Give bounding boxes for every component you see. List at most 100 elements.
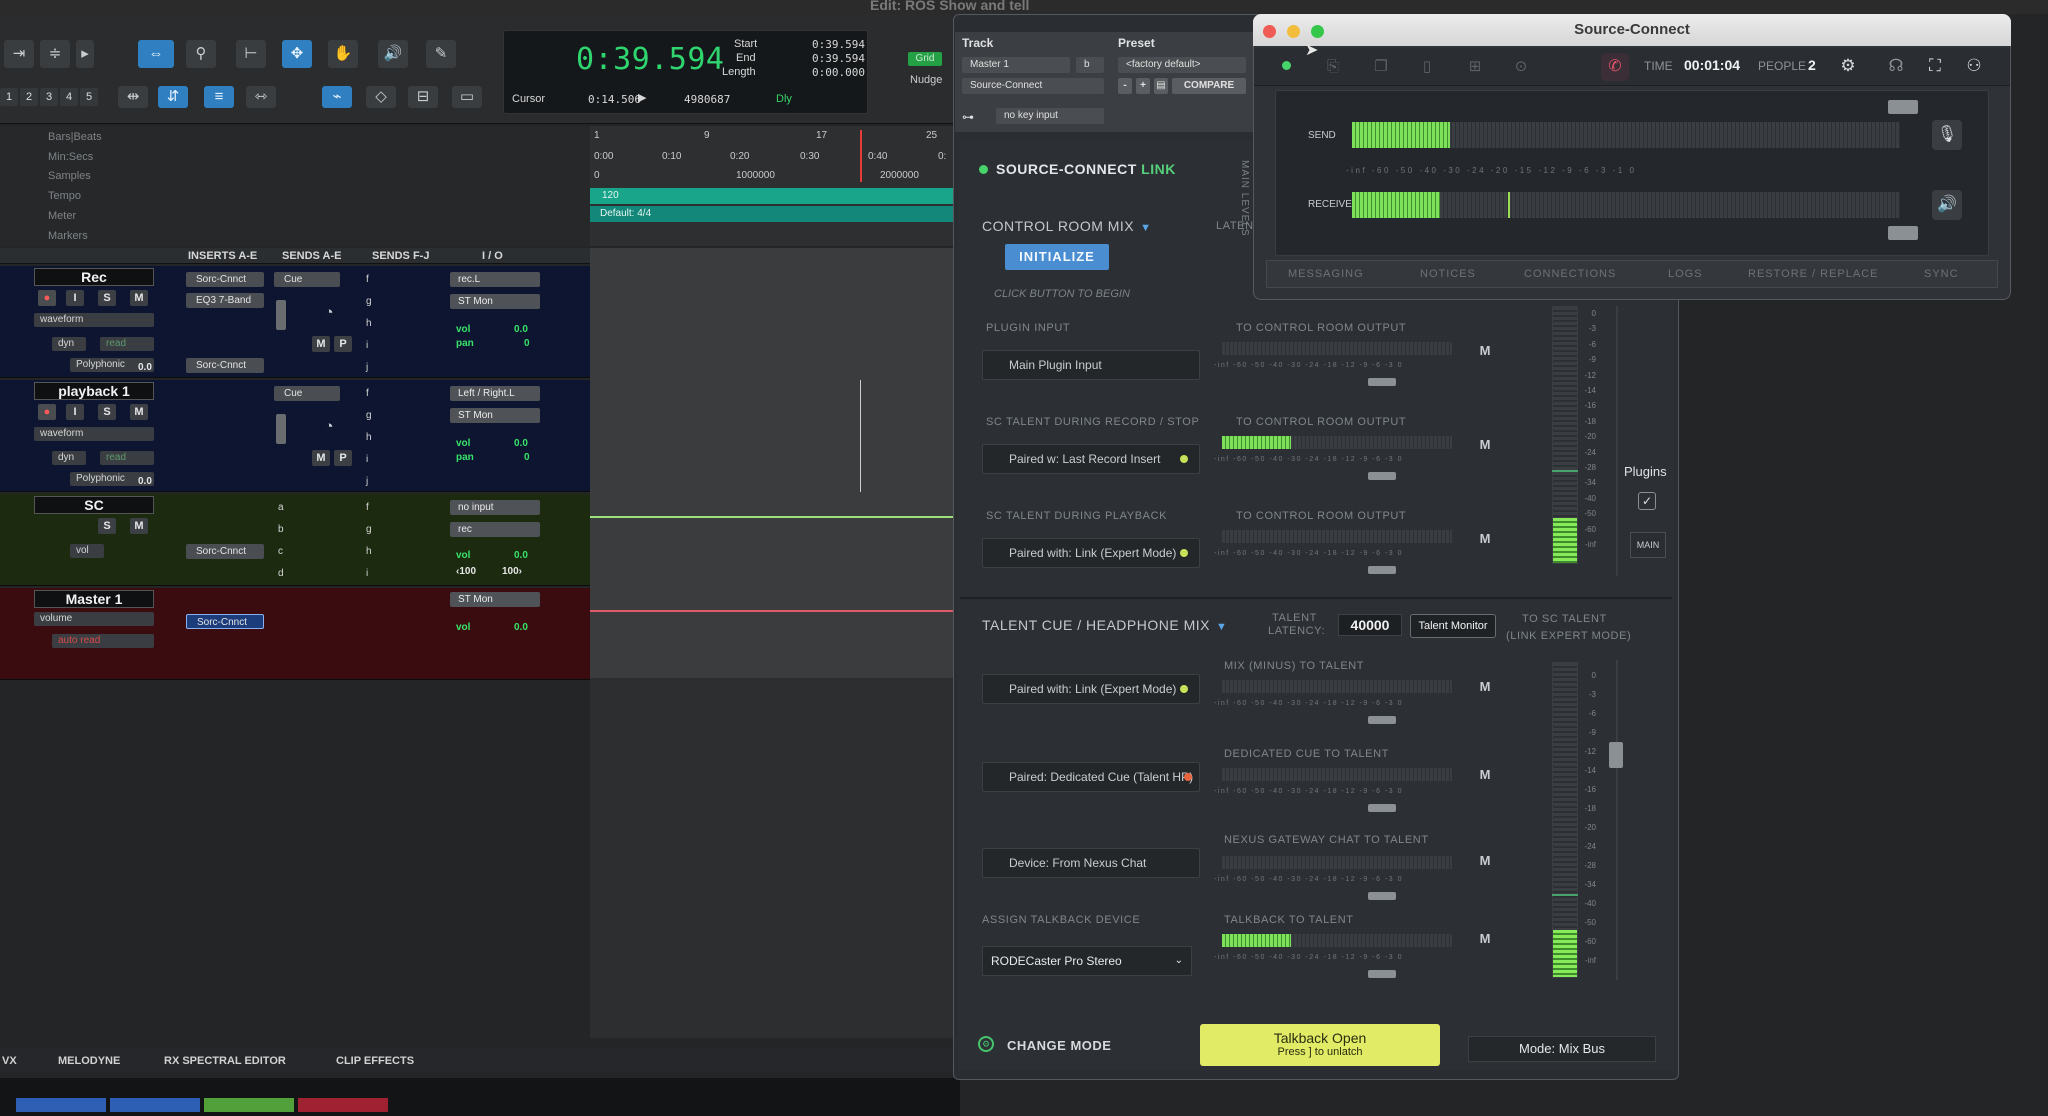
vol-value[interactable]: 0.0 (514, 622, 528, 633)
microphone-icon[interactable]: 🎙 (1932, 120, 1962, 150)
fullscreen-icon[interactable]: ⛶ (1923, 54, 1947, 78)
talkback-open-button[interactable]: Talkback Open Press ] to unlatch (1200, 1024, 1440, 1066)
send-fader[interactable] (276, 414, 286, 444)
clip-segment[interactable] (110, 1098, 200, 1112)
vol-value[interactable]: 0.0 (514, 438, 528, 449)
automation-mode[interactable]: read (100, 337, 154, 351)
route-source[interactable]: Paired with: Link (Expert Mode) (982, 538, 1200, 568)
people-icon[interactable]: ⚇ (1962, 54, 1986, 78)
grabber-hand-icon[interactable]: ✋ (328, 40, 358, 68)
send-slider[interactable] (1888, 100, 1918, 114)
vol-view-select[interactable]: vol (70, 544, 104, 558)
pencil-tool-icon[interactable]: ✎ (426, 40, 456, 68)
timeline-tracks-area[interactable] (590, 248, 955, 678)
talkback-device-select[interactable]: RODECaster Pro Stereo ⌄ (982, 946, 1192, 976)
tab-clip-effects[interactable]: CLIP EFFECTS (336, 1055, 414, 1067)
pan-left[interactable]: ‹100 (456, 566, 476, 577)
io-input-select[interactable]: no input (450, 500, 540, 515)
send-letter[interactable]: f (366, 388, 369, 399)
level-slider[interactable] (1368, 970, 1396, 978)
mute-button[interactable]: M (130, 290, 148, 306)
send-letter[interactable]: d (278, 568, 284, 579)
talent-monitor-button[interactable]: Talent Monitor (1410, 614, 1496, 638)
send-letter[interactable]: h (366, 318, 372, 329)
initialize-button[interactable]: INITIALIZE (1005, 244, 1109, 270)
level-slider[interactable] (1368, 892, 1396, 900)
route-source[interactable]: Paired with: Link (Expert Mode) (982, 674, 1200, 704)
talent-latency-input[interactable]: 40000 (1338, 614, 1402, 636)
zoom-preset-2[interactable]: 2 (20, 88, 38, 106)
tab-rx-spectral-editor[interactable]: RX SPECTRAL EDITOR (164, 1055, 286, 1067)
mute-button[interactable]: M (130, 518, 148, 534)
insert-slot[interactable]: EQ3 7-Band (186, 293, 264, 308)
nudge-label[interactable]: Nudge (910, 74, 942, 86)
talent-fader-track[interactable] (1616, 660, 1618, 980)
route-source[interactable]: Main Plugin Input (982, 350, 1200, 380)
ruler-timeline[interactable] (590, 126, 955, 246)
level-slider[interactable] (1368, 472, 1396, 480)
gear-icon[interactable]: ⚙ (1836, 54, 1860, 78)
io-input-select[interactable]: Left / Right.L (450, 386, 540, 401)
tab-logs[interactable]: LOGS (1668, 268, 1703, 280)
change-mode-icon[interactable]: ⚙ (978, 1036, 994, 1052)
control-room-mix-title[interactable]: CONTROL ROOM MIX ▼ (982, 218, 1152, 234)
preset-plus-button[interactable]: + (1136, 78, 1150, 94)
send-letter[interactable]: c (278, 546, 283, 557)
track-name[interactable]: SC (34, 496, 154, 514)
link-timeline-icon[interactable]: ⇵ (158, 86, 188, 108)
io-output-select[interactable]: ST Mon (450, 408, 540, 423)
mirror-midi-icon[interactable]: ◇ (366, 86, 396, 108)
send-letter[interactable]: j (366, 362, 368, 373)
automation-follows-icon[interactable]: ⌁ (322, 86, 352, 108)
automation-mode[interactable]: auto read (52, 634, 154, 648)
pan-knob-icon[interactable]: ◔ (318, 416, 340, 438)
vol-value[interactable]: 0.0 (514, 550, 528, 561)
route-source[interactable]: Paired w: Last Record Insert (982, 444, 1200, 474)
record-enable-button[interactable]: ● (38, 290, 56, 306)
solo-button[interactable]: S (98, 518, 116, 534)
talent-fader-handle[interactable] (1609, 742, 1623, 768)
record-enable-button[interactable]: ● (38, 404, 56, 420)
level-slider[interactable] (1368, 804, 1396, 812)
send-a-slot[interactable]: Cue (274, 386, 340, 401)
mute-button[interactable]: M (1476, 530, 1494, 548)
send-letter[interactable]: h (366, 546, 372, 557)
pan-knob-icon[interactable]: ◔ (318, 302, 340, 324)
mute-button[interactable]: M (1476, 342, 1494, 360)
insert-slot[interactable]: Sorc-Cnnct (186, 544, 264, 559)
main-counter[interactable]: 0:39.594 (576, 42, 725, 77)
start-value[interactable]: 0:39.594 (812, 38, 865, 51)
vol-value[interactable]: 0.0 (514, 324, 528, 335)
track-view-select[interactable]: waveform (34, 427, 154, 441)
send-letter[interactable]: i (366, 568, 368, 579)
preset-copy-icon[interactable]: ▤ (1154, 78, 1168, 94)
end-value[interactable]: 0:39.594 (812, 52, 865, 65)
input-monitor-button[interactable]: I (66, 404, 84, 420)
tab-connections[interactable]: CONNECTIONS (1524, 268, 1616, 280)
send-letter[interactable]: f (366, 274, 369, 285)
level-slider[interactable] (1368, 378, 1396, 386)
play-arrow-icon[interactable]: ▸ (76, 40, 94, 68)
mute-button[interactable]: M (1476, 436, 1494, 454)
send-letter[interactable]: i (366, 340, 368, 351)
send-mute-button[interactable]: M (312, 450, 330, 466)
zoom-toggle-icon[interactable]: ≑ (40, 40, 70, 68)
copy-icon[interactable]: ❐ (1370, 56, 1392, 78)
send-letter[interactable]: g (366, 296, 372, 307)
phone-call-icon[interactable]: ✆ (1601, 53, 1629, 81)
tab-restore-replace[interactable]: RESTORE / REPLACE (1748, 268, 1879, 280)
track-view-select[interactable]: waveform (34, 313, 154, 327)
send-letter[interactable]: h (366, 432, 372, 443)
tab-vx[interactable]: VX (2, 1055, 17, 1067)
zoom-preset-3[interactable]: 3 (40, 88, 58, 106)
route-source[interactable]: Paired: Dedicated Cue (Talent HP) (982, 762, 1200, 792)
zoom-icon[interactable]: ⚲ (186, 40, 216, 68)
automation-mode[interactable]: read (100, 451, 154, 465)
io-output-select[interactable]: ST Mon (450, 294, 540, 309)
clip-segment[interactable] (204, 1098, 294, 1112)
length-value[interactable]: 0:00.000 (812, 66, 865, 79)
send-letter[interactable]: j (366, 476, 368, 487)
master-fader-track[interactable] (1616, 306, 1618, 576)
input-monitor-button[interactable]: I (66, 290, 84, 306)
compare-button[interactable]: COMPARE (1172, 78, 1246, 94)
